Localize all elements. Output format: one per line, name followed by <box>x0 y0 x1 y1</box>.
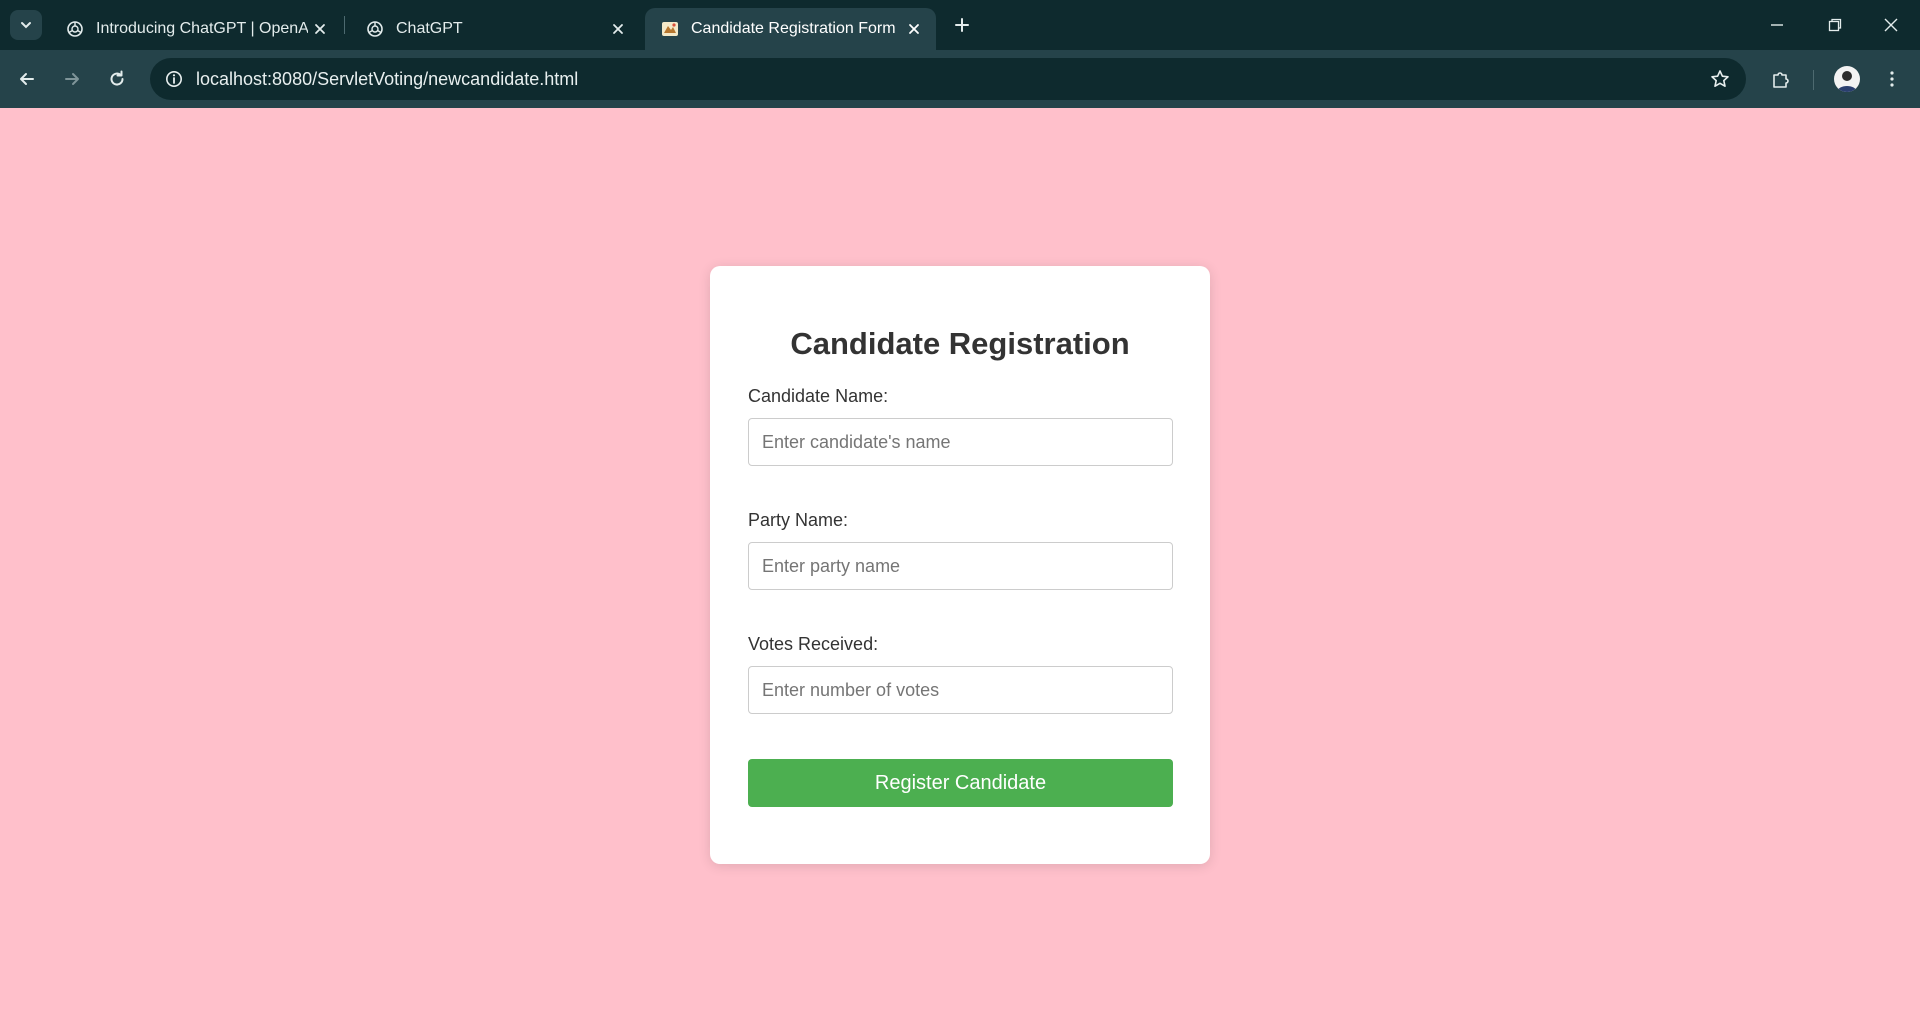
reload-button[interactable] <box>100 62 134 96</box>
register-candidate-button[interactable]: Register Candidate <box>748 759 1173 807</box>
profile-avatar[interactable] <box>1834 66 1860 92</box>
tab-title: Introducing ChatGPT | OpenAI <box>96 20 308 37</box>
address-bar[interactable]: localhost:8080/ServletVoting/newcandidat… <box>150 58 1746 100</box>
tab-search-button[interactable] <box>10 10 42 40</box>
close-window-button[interactable] <box>1862 0 1920 50</box>
toolbar-separator <box>1813 70 1814 90</box>
url-text[interactable]: localhost:8080/ServletVoting/newcandidat… <box>196 58 578 100</box>
extensions-button[interactable] <box>1764 62 1798 96</box>
tab-separator <box>344 16 345 34</box>
close-tab-icon[interactable] <box>902 17 926 41</box>
site-info-icon[interactable] <box>160 65 188 93</box>
tab-candidate-registration[interactable]: Candidate Registration Form <box>645 8 936 50</box>
reload-icon <box>110 70 124 86</box>
menu-button[interactable] <box>1875 62 1909 96</box>
votes-received-input[interactable] <box>748 666 1173 714</box>
page-favicon <box>662 22 678 36</box>
tab-title: Candidate Registration Form <box>691 20 896 37</box>
arrow-left-icon <box>20 73 34 85</box>
back-button[interactable] <box>10 62 44 96</box>
tab-title: ChatGPT <box>396 20 463 37</box>
forward-button[interactable] <box>55 62 89 96</box>
restore-icon <box>1828 18 1842 32</box>
party-name-label: Party Name: <box>748 510 849 530</box>
browser-toolbar: localhost:8080/ServletVoting/newcandidat… <box>0 50 1920 108</box>
minimize-icon <box>1771 24 1783 26</box>
candidate-name-input[interactable] <box>748 418 1173 466</box>
close-tab-icon[interactable] <box>308 17 332 41</box>
candidate-name-label: Candidate Name: <box>748 386 889 406</box>
tab-introducing-chatgpt[interactable]: Introducing ChatGPT | OpenAI <box>50 8 342 50</box>
openai-logo-icon <box>367 21 383 37</box>
arrow-right-icon <box>65 73 79 85</box>
registration-card: Candidate Registration Candidate Name: P… <box>710 266 1210 864</box>
tab-chatgpt[interactable]: ChatGPT <box>350 8 640 50</box>
close-tab-icon[interactable] <box>606 17 630 41</box>
bookmark-star-icon[interactable] <box>1706 65 1734 93</box>
votes-received-label: Votes Received: <box>748 634 879 654</box>
restore-button[interactable] <box>1806 0 1864 50</box>
chevron-down-icon <box>21 22 31 29</box>
plus-icon <box>955 18 969 32</box>
puzzle-icon <box>1773 72 1789 88</box>
close-icon <box>1884 18 1898 32</box>
openai-logo-icon <box>67 21 83 37</box>
tab-strip: Introducing ChatGPT | OpenAI ChatGPT Can… <box>0 0 1920 50</box>
minimize-button[interactable] <box>1748 0 1806 50</box>
form-heading: Candidate Registration <box>790 326 1130 361</box>
party-name-input[interactable] <box>748 542 1173 590</box>
new-tab-button[interactable] <box>948 11 976 39</box>
more-vertical-icon <box>1890 71 1894 87</box>
